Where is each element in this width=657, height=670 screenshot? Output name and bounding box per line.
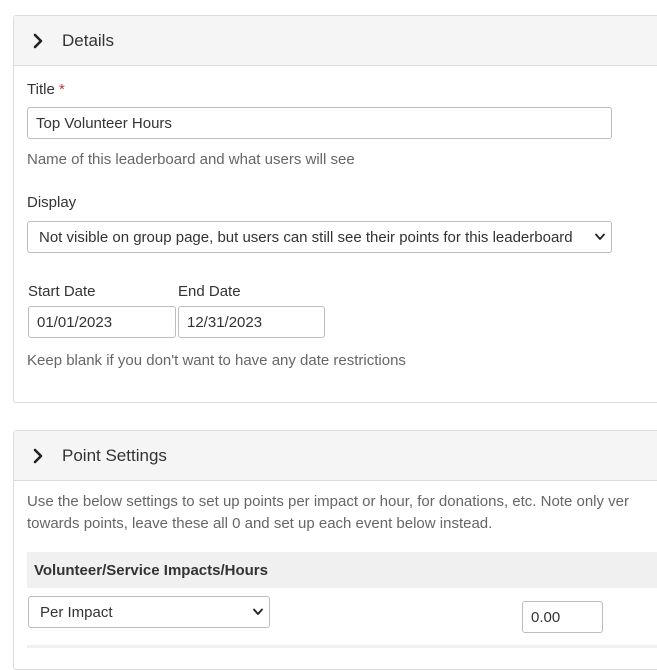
title-help-text: Name of this leaderboard and what users … — [27, 151, 355, 168]
display-label: Display — [27, 194, 77, 211]
display-select-value: Not visible on group page, but users can… — [39, 228, 573, 246]
title-input[interactable]: Top Volunteer Hours — [27, 107, 612, 139]
point-settings-title: Point Settings — [62, 445, 167, 465]
start-date-label: Start Date — [28, 283, 96, 300]
start-date-input[interactable]: 01/01/2023 — [28, 306, 176, 338]
points-amount-input[interactable]: 0.00 — [522, 601, 603, 633]
point-settings-intro-line1: Use the below settings to set up points … — [27, 493, 629, 510]
point-settings-panel: Point Settings — [13, 430, 657, 670]
per-unit-select[interactable]: Per Impact — [28, 596, 270, 628]
chevron-down-icon — [595, 233, 605, 240]
per-unit-select-value: Per Impact — [40, 603, 113, 621]
date-help-text: Keep blank if you don't want to have any… — [27, 352, 406, 369]
details-panel: Details — [13, 15, 657, 403]
chevron-right-icon[interactable] — [30, 448, 46, 464]
chevron-right-icon[interactable] — [30, 33, 46, 49]
title-label: Title * — [27, 81, 65, 98]
display-select[interactable]: Not visible on group page, but users can… — [27, 221, 612, 253]
end-date-label: End Date — [178, 283, 241, 300]
details-panel-header[interactable]: Details — [14, 16, 657, 66]
volunteer-section-header: Volunteer/Service Impacts/Hours — [27, 552, 657, 588]
title-label-text: Title — [27, 81, 55, 98]
chevron-down-icon — [253, 608, 263, 615]
details-panel-title: Details — [62, 30, 114, 50]
required-mark: * — [58, 81, 65, 98]
point-settings-header[interactable]: Point Settings — [14, 431, 657, 481]
volunteer-section-title: Volunteer/Service Impacts/Hours — [34, 561, 268, 579]
point-settings-intro-line2: towards points, leave these all 0 and se… — [27, 515, 493, 532]
end-date-input[interactable]: 12/31/2023 — [178, 306, 325, 338]
